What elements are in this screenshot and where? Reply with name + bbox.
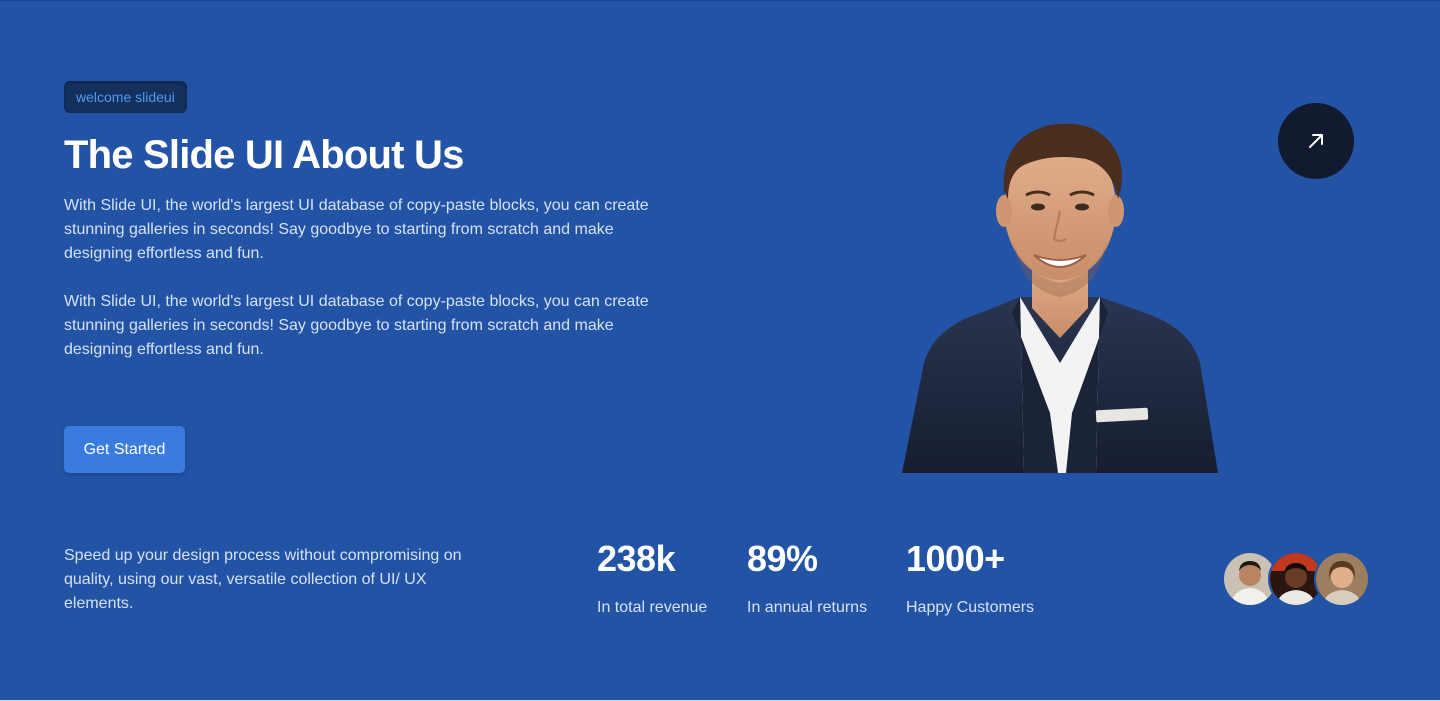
stats-description: Speed up your design process without com… [64, 547, 462, 612]
portrait-image [900, 113, 1220, 473]
stat-value: 1000+ [906, 538, 1005, 579]
welcome-badge: welcome slideui [64, 81, 187, 113]
avatar [1314, 551, 1370, 607]
stat-label: In annual returns [747, 599, 868, 616]
page-title: The Slide UI About Us [64, 133, 464, 177]
stat-revenue: 238k In total revenue [597, 535, 707, 618]
stat-label: Happy Customers [906, 599, 1035, 616]
intro-paragraph-1: With Slide UI, the world's largest UI da… [64, 197, 649, 262]
get-started-button[interactable]: Get Started [64, 426, 185, 473]
stat-label: In total revenue [597, 599, 708, 616]
stat-returns: 89% In annual returns [747, 535, 867, 618]
businessman-portrait-icon [902, 123, 1218, 473]
intro-paragraph-2: With Slide UI, the world's largest UI da… [64, 293, 649, 358]
arrow-up-right-icon [1309, 134, 1323, 148]
stat-value: 89% [747, 538, 818, 579]
arrow-link-button[interactable] [1278, 103, 1354, 179]
about-hero-section: welcome slideui The Slide UI About Us Wi… [0, 0, 1440, 701]
customer-avatars [1222, 551, 1382, 609]
stat-value: 238k [597, 538, 676, 579]
stat-customers: 1000+ Happy Customers [906, 535, 1034, 618]
